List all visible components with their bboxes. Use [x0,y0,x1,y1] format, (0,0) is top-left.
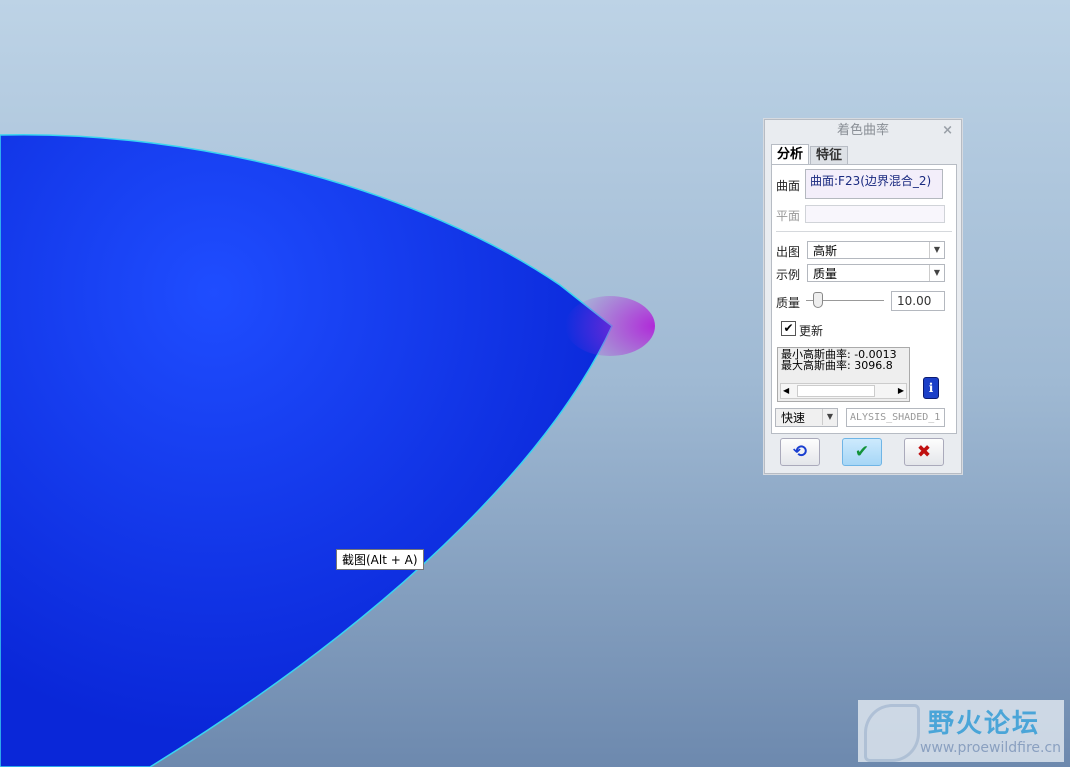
scroll-right-icon[interactable]: ▶ [898,386,904,395]
tab-analysis[interactable]: 分析 [771,144,810,164]
dialog-title: 着色曲率 × [765,120,961,142]
sample-value: 质量 [813,267,838,281]
chevron-down-icon: ▼ [929,265,944,281]
scroll-left-icon[interactable]: ◀ [783,386,789,395]
output-label: 出图 [776,245,801,259]
watermark: 野火论坛 www.proewildfire.cn [858,700,1064,762]
mode-value: 快速 [781,411,806,425]
quality-label: 质量 [776,296,801,310]
ok-button[interactable]: ✔ [842,438,882,466]
surface-collector[interactable]: 曲面:F23(边界混合_2) [805,169,943,199]
refresh-icon: ⟲ [792,442,808,462]
watermark-title: 野火论坛 [928,709,1041,739]
quality-input[interactable]: 10.00 [891,291,945,311]
update-checkbox[interactable]: ✔ [781,321,796,336]
check-icon: ✔ [854,442,870,462]
surface-label: 曲面 [776,179,801,193]
tab-feature[interactable]: 特征 [810,146,849,164]
output-value: 高斯 [813,244,838,258]
plane-collector[interactable] [805,205,945,223]
plane-label: 平面 [776,209,801,223]
title-text: 着色曲率 [836,123,889,138]
output-select[interactable]: 高斯 ▼ [807,241,945,259]
chevron-down-icon: ▼ [822,409,837,425]
repaint-button[interactable]: ⟲ [780,438,820,466]
scroll-thumb[interactable] [797,385,875,397]
cancel-button[interactable]: ✖ [904,438,944,466]
max-curvature: 最大高斯曲率: 3096.8 [781,359,893,372]
update-label: 更新 [799,324,824,338]
info-icon[interactable]: i [923,377,939,399]
shaded-curvature-dialog: 着色曲率 × 分析 特征 曲面 曲面:F23(边界混合_2) 平面 出图 高斯 ▼ … [764,119,962,474]
divider [776,231,952,232]
close-icon: ✖ [916,442,932,462]
watermark-logo-icon [864,704,920,762]
analysis-panel: 曲面 曲面:F23(边界混合_2) 平面 出图 高斯 ▼ 示例 质量 ▼ 质量 10… [771,164,957,434]
chevron-down-icon: ▼ [929,242,944,258]
horizontal-scrollbar[interactable]: ◀ ▶ [780,383,907,399]
slider-thumb[interactable] [813,292,823,308]
close-icon[interactable]: × [942,120,953,142]
sample-label: 示例 [776,268,801,282]
watermark-url: www.proewildfire.cn [920,740,1062,756]
screenshot-tooltip: 截图(Alt + A) [336,549,424,570]
sample-select[interactable]: 质量 ▼ [807,264,945,282]
name-input[interactable]: ALYSIS_SHADED_1 [846,408,945,427]
results-box: 最小高斯曲率: -0.0013 最大高斯曲率: 3096.8 ◀ ▶ [777,347,910,402]
mode-select[interactable]: 快速 ▼ [775,408,838,427]
